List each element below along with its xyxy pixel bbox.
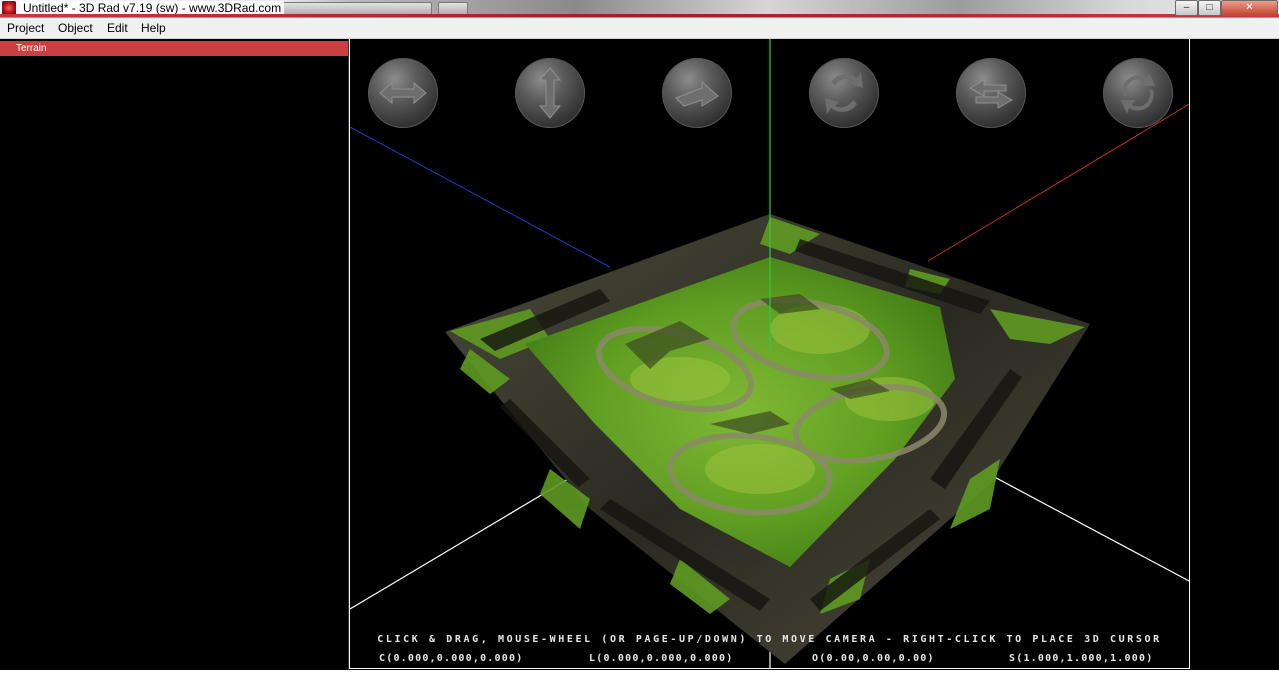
rotate-roll-button[interactable]	[1103, 58, 1173, 128]
camera-hint-text: CLICK & DRAG, MOUSE-WHEEL (OR PAGE-UP/DO…	[377, 634, 1162, 645]
right-blank-area	[1190, 39, 1279, 670]
move-forward-button[interactable]	[662, 58, 732, 128]
bottom-border	[0, 670, 1279, 675]
title-accent-strip	[0, 14, 1279, 17]
location-coords: L(0.000,0.000,0.000)	[589, 653, 734, 664]
close-button[interactable]: ✕	[1221, 0, 1278, 16]
cursor-coords: C(0.000,0.000,0.000)	[379, 653, 524, 664]
title-bar: Untitled* - 3D Rad v7.19 (sw) - www.3DRa…	[0, 0, 1279, 18]
axis-z-line	[350, 126, 611, 268]
menu-help[interactable]: Help	[140, 20, 167, 36]
viewport-3d[interactable]: CLICK & DRAG, MOUSE-WHEEL (OR PAGE-UP/DO…	[349, 39, 1190, 669]
menu-object[interactable]: Object	[57, 20, 94, 36]
rotate-roll-icon	[1121, 72, 1155, 114]
rotate-vertical-button[interactable]	[809, 58, 879, 128]
app-icon	[2, 1, 16, 15]
object-list-item-terrain[interactable]: Terrain	[0, 41, 348, 56]
menu-bar: Project Object Edit Help	[0, 18, 1279, 39]
object-list-item-label: Terrain	[16, 43, 47, 54]
orientation-coords: O(0.00,0.00,0.00)	[812, 653, 935, 664]
pan-horizontal-icon	[379, 81, 427, 105]
pan-vertical-icon	[538, 67, 562, 119]
scale-coords: S(1.000,1.000,1.000)	[1009, 653, 1154, 664]
menu-edit[interactable]: Edit	[106, 20, 129, 36]
move-forward-icon	[675, 80, 719, 107]
window-title: Untitled* - 3D Rad v7.19 (sw) - www.3DRa…	[20, 1, 285, 15]
grid-line-right	[969, 463, 1189, 582]
rotate-vertical-icon	[825, 72, 863, 114]
scene-render	[350, 39, 1189, 668]
menu-project[interactable]: Project	[6, 20, 45, 36]
maximize-button[interactable]: □	[1198, 0, 1221, 16]
rotate-horizontal-button[interactable]	[956, 58, 1026, 128]
pan-vertical-button[interactable]	[515, 58, 585, 128]
rotate-horizontal-icon	[968, 79, 1014, 109]
pan-horizontal-button[interactable]	[368, 58, 438, 128]
object-list-panel: Terrain	[0, 39, 349, 670]
minimize-button[interactable]: –	[1175, 0, 1198, 16]
